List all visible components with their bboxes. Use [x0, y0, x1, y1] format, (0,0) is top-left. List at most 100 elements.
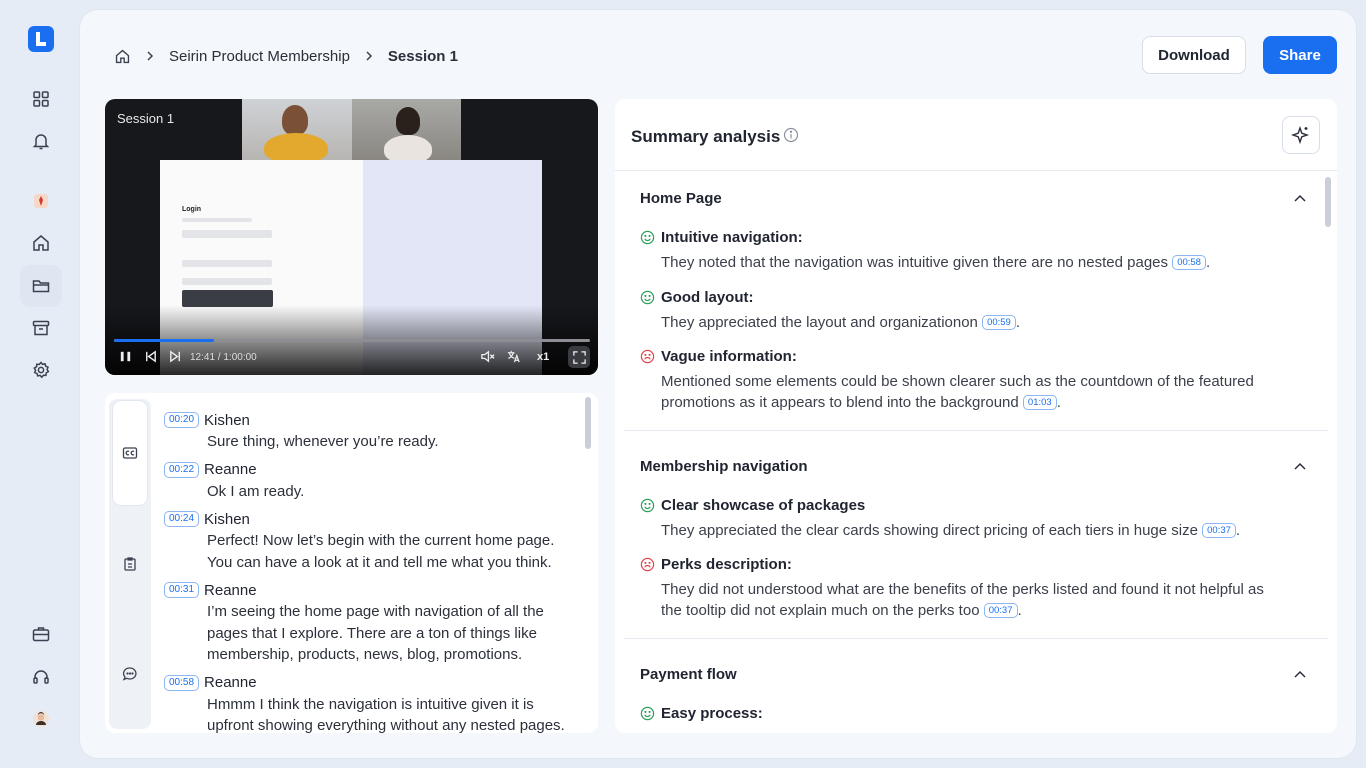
summary-title: Summary analysis — [631, 127, 781, 146]
timestamp-chip[interactable]: 00:58 — [1172, 255, 1206, 270]
transcript-text: Sure thing, whenever you’re ready. — [207, 433, 439, 450]
chevron-up-icon[interactable] — [1292, 667, 1308, 683]
participant-video-2 — [352, 99, 461, 163]
screen-field — [182, 260, 272, 267]
archive-nav-button[interactable] — [20, 307, 62, 349]
timestamp-chip[interactable]: 00:31 — [164, 582, 200, 598]
participant-body — [264, 133, 328, 163]
app-logo[interactable] — [28, 26, 54, 52]
speaker-name: Reanne — [204, 461, 257, 478]
timestamp-chip[interactable]: 00:37 — [1202, 523, 1236, 538]
headset-icon — [33, 670, 49, 684]
volume-button[interactable] — [480, 349, 495, 364]
timestamp-chip[interactable]: 00:59 — [982, 315, 1016, 330]
transcript-list: 00:20 Kishen Sure thing, whenever you’re … — [164, 411, 574, 733]
transcript-entry: 00:20 Kishen Sure thing, whenever you’re … — [164, 411, 574, 453]
notes-tab[interactable] — [113, 549, 147, 579]
timestamp-chip[interactable]: 00:24 — [164, 511, 200, 527]
settings-nav-button[interactable] — [20, 349, 62, 391]
fullscreen-button[interactable] — [568, 346, 590, 368]
speaker-name: Kishen — [204, 411, 250, 429]
home-icon[interactable] — [114, 48, 131, 65]
pause-icon — [120, 351, 131, 362]
insight-text: They appreciated the clear cards showing… — [661, 522, 1198, 539]
transcript-scrollbar[interactable] — [585, 397, 591, 449]
ai-generate-button[interactable] — [1282, 116, 1320, 154]
screen-field — [182, 230, 272, 238]
video-progress-bar[interactable] — [114, 339, 590, 342]
breadcrumb: Seirin Product Membership Session 1 — [114, 45, 458, 67]
avatar — [33, 711, 49, 727]
insight-item: Good layout: They appreciated the layout… — [640, 287, 1280, 333]
timestamp-chip[interactable]: 00:58 — [164, 674, 200, 691]
timestamp-chip[interactable]: 01:03 — [1022, 395, 1057, 410]
home-nav-button[interactable] — [20, 222, 62, 264]
insight-heading: Easy process: — [661, 704, 763, 722]
projects-nav-button[interactable] — [20, 265, 62, 307]
notifications-nav-button[interactable] — [20, 120, 62, 162]
workspace-avatar-button[interactable] — [20, 180, 62, 222]
insight-text: They did not understood what are the ben… — [661, 581, 1264, 619]
insight-item: Intuitive navigation: They noted that th… — [640, 227, 1280, 273]
fullscreen-icon — [572, 350, 586, 364]
playback-speed-button[interactable]: x1 — [537, 351, 549, 363]
grid-icon — [33, 91, 49, 107]
captions-tab[interactable] — [113, 401, 147, 505]
workspace-icon — [34, 194, 48, 208]
transcript-text: I’m seeing the home page with navigation… — [207, 603, 544, 663]
transcript-text: Ok I am ready. — [207, 482, 305, 500]
timestamp-chip[interactable]: 00:22 — [164, 461, 200, 478]
participant-body — [384, 135, 432, 163]
skip-back-button[interactable] — [143, 349, 158, 364]
share-button[interactable]: Share — [1263, 36, 1337, 74]
timestamp-chip[interactable]: 00:20 — [164, 412, 200, 428]
smile-icon — [640, 498, 655, 512]
info-icon[interactable] — [783, 127, 799, 143]
skip-forward-button[interactable] — [168, 349, 183, 364]
summary-scrollbar[interactable] — [1325, 177, 1331, 227]
speaker-name: Reanne — [204, 674, 257, 691]
video-progress-fill — [114, 339, 214, 342]
video-title: Session 1 — [117, 111, 175, 126]
smile-icon — [640, 706, 655, 720]
comments-tab[interactable] — [113, 659, 147, 689]
transcript-entry: 00:24 Kishen Perfect! Now let’s begin wit… — [164, 510, 574, 573]
mute-icon — [481, 350, 495, 363]
frown-icon — [640, 557, 655, 571]
insight-text: They appreciated the layout and organiza… — [661, 314, 978, 331]
insight-heading: Good layout: — [661, 288, 754, 306]
insight-item: Vague information: Mentioned some elemen… — [640, 346, 1280, 413]
briefcase-icon — [32, 627, 50, 642]
pause-button[interactable] — [118, 349, 133, 364]
download-button[interactable]: Download — [1142, 36, 1246, 74]
translate-button[interactable] — [506, 349, 521, 364]
transcript-entry: 00:58 Reanne Hmmm I think the navigation … — [164, 674, 574, 733]
speaker-name: Reanne — [204, 581, 257, 599]
sparkle-icon — [1291, 125, 1310, 145]
chevron-up-icon[interactable] — [1292, 191, 1308, 207]
chevron-up-icon[interactable] — [1292, 459, 1308, 475]
home-icon — [33, 235, 49, 251]
frown-icon — [640, 349, 655, 363]
section-divider — [624, 638, 1328, 639]
section-title[interactable]: Home Page — [640, 190, 722, 207]
breadcrumb-current: Session 1 — [387, 47, 458, 65]
support-nav-button[interactable] — [20, 656, 62, 698]
participant-video-1 — [242, 99, 352, 163]
briefcase-nav-button[interactable] — [20, 613, 62, 655]
chevron-right-icon — [366, 51, 372, 61]
transcript-tools — [109, 399, 151, 729]
transcript-text: Perfect! Now let’s begin with the curren… — [207, 532, 555, 571]
dashboard-nav-button[interactable] — [20, 78, 62, 120]
section-title[interactable]: Membership navigation — [640, 458, 808, 475]
transcript-entry: 00:22 Reanne Ok I am ready. — [164, 461, 574, 503]
section-title[interactable]: Payment flow — [640, 666, 737, 683]
section-divider — [624, 430, 1328, 431]
timestamp-chip[interactable]: 00:37 — [983, 603, 1018, 618]
folder-icon — [32, 280, 50, 293]
archive-icon — [32, 320, 50, 336]
breadcrumb-project[interactable]: Seirin Product Membership — [169, 48, 350, 65]
video-player[interactable]: Session 1 Login 12:41 / 1:00:00 x1 — [105, 99, 598, 375]
participant-head — [396, 107, 420, 135]
user-avatar-button[interactable] — [20, 698, 62, 740]
